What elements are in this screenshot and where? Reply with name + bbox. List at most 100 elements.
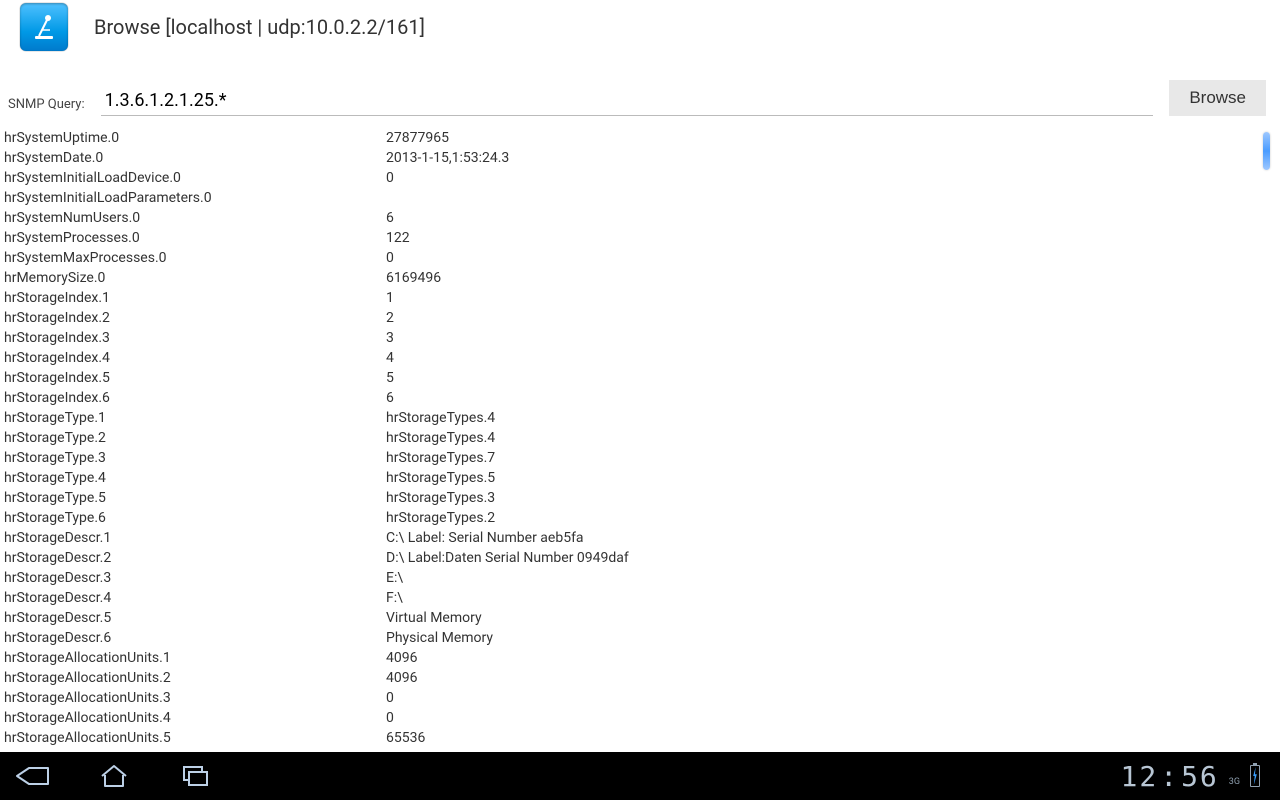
result-row[interactable]: hrStorageIndex.55: [0, 368, 1280, 388]
result-row[interactable]: hrStorageType.6hrStorageTypes.2: [0, 508, 1280, 528]
result-value: 4096: [386, 668, 417, 688]
result-row[interactable]: hrMemorySize.06169496: [0, 268, 1280, 288]
result-oid: hrStorageType.6: [4, 508, 386, 528]
result-oid: hrStorageType.4: [4, 468, 386, 488]
result-row[interactable]: hrSystemUptime.027877965: [0, 128, 1280, 148]
result-oid: hrSystemDate.0: [4, 148, 386, 168]
result-value: 6: [386, 208, 394, 228]
result-oid: hrStorageIndex.1: [4, 288, 386, 308]
page-title: Browse [localhost | udp:10.0.2.2/161]: [94, 15, 425, 39]
clock-minutes: 56: [1181, 760, 1219, 793]
result-row[interactable]: hrStorageIndex.33: [0, 328, 1280, 348]
result-oid: hrStorageIndex.5: [4, 368, 386, 388]
android-navbar: 12:56 3G: [0, 752, 1280, 800]
result-value: 0: [386, 688, 394, 708]
browse-button[interactable]: Browse: [1169, 80, 1266, 116]
result-value: 6169496: [386, 268, 441, 288]
recent-apps-button[interactable]: [176, 760, 216, 792]
result-row[interactable]: hrStorageIndex.22: [0, 308, 1280, 328]
result-value: hrStorageTypes.7: [386, 448, 495, 468]
result-oid: hrStorageIndex.4: [4, 348, 386, 368]
result-oid: hrStorageAllocationUnits.4: [4, 708, 386, 728]
home-button[interactable]: [94, 760, 134, 792]
result-oid: hrStorageAllocationUnits.5: [4, 728, 386, 748]
result-oid: hrStorageType.2: [4, 428, 386, 448]
result-value: 3: [386, 328, 394, 348]
result-oid: hrStorageAllocationUnits.3: [4, 688, 386, 708]
result-oid: hrStorageType.1: [4, 408, 386, 428]
result-row[interactable]: hrStorageAllocationUnits.30: [0, 688, 1280, 708]
result-row[interactable]: hrStorageType.4hrStorageTypes.5: [0, 468, 1280, 488]
result-row[interactable]: hrStorageIndex.66: [0, 388, 1280, 408]
app-icon: [20, 3, 68, 51]
result-value: hrStorageTypes.2: [386, 508, 495, 528]
result-value: 0: [386, 708, 394, 728]
result-oid: hrStorageDescr.5: [4, 608, 386, 628]
result-value: 4: [386, 348, 394, 368]
result-row[interactable]: hrSystemInitialLoadParameters.0: [0, 188, 1280, 208]
result-value: hrStorageTypes.3: [386, 488, 495, 508]
signal-label: 3G: [1229, 777, 1240, 787]
result-value: 4096: [386, 648, 417, 668]
result-oid: hrSystemNumUsers.0: [4, 208, 386, 228]
result-oid: hrStorageDescr.2: [4, 548, 386, 568]
result-row[interactable]: hrSystemNumUsers.06: [0, 208, 1280, 228]
result-oid: hrStorageIndex.2: [4, 308, 386, 328]
scrollbar[interactable]: [1263, 132, 1270, 170]
battery-icon: [1250, 765, 1260, 787]
result-row[interactable]: hrStorageType.5hrStorageTypes.3: [0, 488, 1280, 508]
result-row[interactable]: hrSystemDate.02013-1-15,1:53:24.3: [0, 148, 1280, 168]
result-row[interactable]: hrSystemProcesses.0122: [0, 228, 1280, 248]
result-value: C:\ Label: Serial Number aeb5fa: [386, 528, 584, 548]
result-oid: hrSystemInitialLoadDevice.0: [4, 168, 386, 188]
result-row[interactable]: hrStorageAllocationUnits.14096: [0, 648, 1280, 668]
result-value: 2013-1-15,1:53:24.3: [386, 148, 509, 168]
result-value: 1: [386, 288, 394, 308]
result-value: 0: [386, 248, 394, 268]
result-oid: hrStorageType.5: [4, 488, 386, 508]
snmp-query-input[interactable]: [101, 88, 1154, 116]
result-value: hrStorageTypes.5: [386, 468, 495, 488]
result-oid: hrStorageDescr.4: [4, 588, 386, 608]
result-oid: hrStorageDescr.3: [4, 568, 386, 588]
result-row[interactable]: hrStorageDescr.3E:\: [0, 568, 1280, 588]
result-oid: hrSystemUptime.0: [4, 128, 386, 148]
result-row[interactable]: hrStorageType.3hrStorageTypes.7: [0, 448, 1280, 468]
result-row[interactable]: hrStorageDescr.4F:\: [0, 588, 1280, 608]
result-oid: hrSystemProcesses.0: [4, 228, 386, 248]
result-row[interactable]: hrStorageDescr.1C:\ Label: Serial Number…: [0, 528, 1280, 548]
result-row[interactable]: hrStorageIndex.44: [0, 348, 1280, 368]
query-bar: SNMP Query: Browse: [0, 54, 1280, 122]
result-value: 6: [386, 388, 394, 408]
result-oid: hrSystemInitialLoadParameters.0: [4, 188, 386, 208]
result-value: 27877965: [386, 128, 449, 148]
result-row[interactable]: hrSystemInitialLoadDevice.00: [0, 168, 1280, 188]
result-oid: hrMemorySize.0: [4, 268, 386, 288]
results-area: hrSystemUptime.027877965hrSystemDate.020…: [0, 122, 1280, 752]
back-button[interactable]: [12, 760, 52, 792]
result-row[interactable]: hrStorageAllocationUnits.40: [0, 708, 1280, 728]
result-row[interactable]: hrStorageAllocationUnits.565536: [0, 728, 1280, 748]
result-row[interactable]: hrSystemMaxProcesses.00: [0, 248, 1280, 268]
result-row[interactable]: hrStorageDescr.5Virtual Memory: [0, 608, 1280, 628]
result-row[interactable]: hrStorageType.1hrStorageTypes.4: [0, 408, 1280, 428]
result-value: hrStorageTypes.4: [386, 408, 495, 428]
result-value: E:\: [386, 568, 403, 588]
result-oid: hrStorageIndex.6: [4, 388, 386, 408]
result-value: 2: [386, 308, 394, 328]
results-list[interactable]: hrSystemUptime.027877965hrSystemDate.020…: [0, 128, 1280, 752]
result-oid: hrStorageDescr.6: [4, 628, 386, 648]
result-value: hrStorageTypes.4: [386, 428, 495, 448]
status-clock: 12:56: [1121, 760, 1219, 793]
result-value: 0: [386, 168, 394, 188]
app-header: Browse [localhost | udp:10.0.2.2/161]: [0, 0, 1280, 54]
result-row[interactable]: hrStorageType.2hrStorageTypes.4: [0, 428, 1280, 448]
result-value: F:\: [386, 588, 403, 608]
result-row[interactable]: hrStorageDescr.2D:\ Label:Daten Serial N…: [0, 548, 1280, 568]
result-value: 65536: [386, 728, 425, 748]
clock-hours: 12: [1121, 760, 1159, 793]
result-row[interactable]: hrStorageAllocationUnits.24096: [0, 668, 1280, 688]
result-row[interactable]: hrStorageDescr.6Physical Memory: [0, 628, 1280, 648]
result-value: Virtual Memory: [386, 608, 482, 628]
result-row[interactable]: hrStorageIndex.11: [0, 288, 1280, 308]
